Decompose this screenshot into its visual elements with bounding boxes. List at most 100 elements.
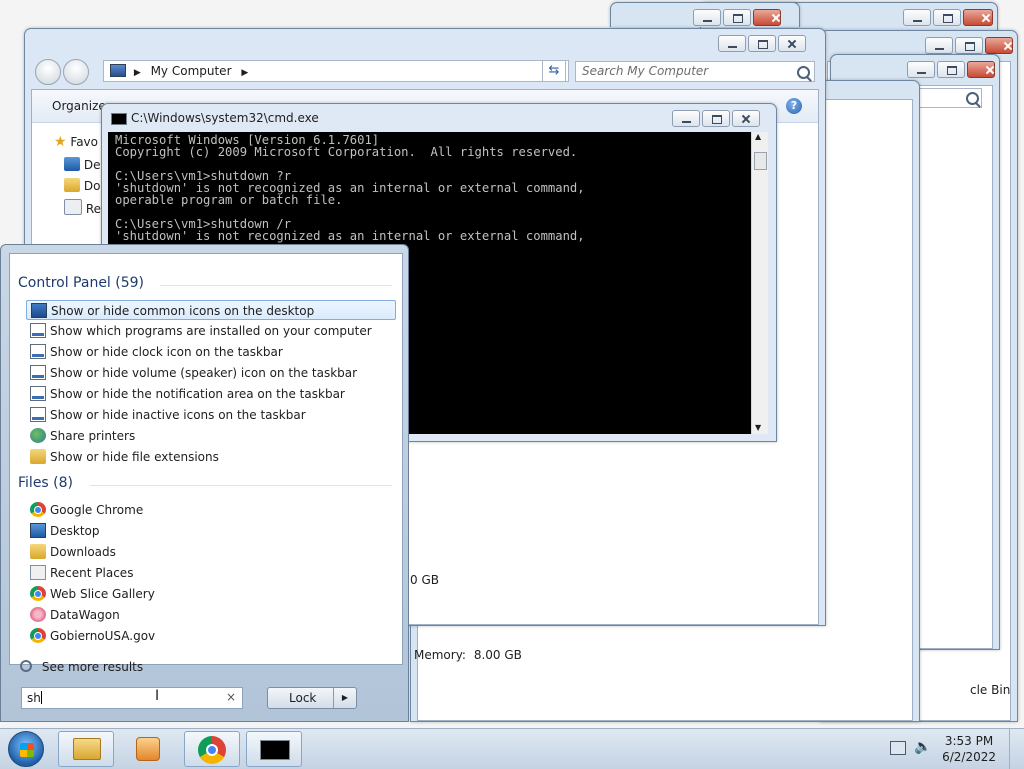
- taskbar-icon: [30, 323, 46, 338]
- control-panel-group-title[interactable]: Control Panel (59): [18, 275, 144, 291]
- organize-button[interactable]: Organize: [52, 99, 106, 113]
- scroll-down-icon[interactable]: ▼: [755, 423, 761, 432]
- result-label: Share printers: [50, 429, 136, 443]
- search-icon: [797, 66, 810, 79]
- show-desktop-button[interactable]: [1009, 729, 1024, 769]
- minimize-button[interactable]: [925, 37, 953, 54]
- control-panel-result[interactable]: Show or hide common icons on the desktop: [26, 300, 396, 320]
- drive-size-text: 0 GB: [410, 573, 439, 587]
- file-result[interactable]: GobiernoUSA.gov: [26, 626, 396, 646]
- file-result[interactable]: Downloads: [26, 542, 396, 562]
- recycle-bin-label[interactable]: cle Bin: [970, 683, 1010, 697]
- taskbar-chrome[interactable]: [184, 731, 240, 767]
- control-panel-result[interactable]: Show or hide the notification area on th…: [26, 384, 396, 404]
- refresh-button[interactable]: ⇆: [542, 60, 566, 82]
- file-result[interactable]: DataWagon: [26, 605, 396, 625]
- console-line: operable program or batch file.: [115, 193, 343, 207]
- scroll-thumb[interactable]: [754, 152, 767, 170]
- cmd-caption-buttons: [672, 110, 760, 127]
- result-label: Web Slice Gallery: [50, 587, 155, 601]
- printer-icon: [30, 428, 46, 443]
- chrome-icon: [30, 628, 46, 643]
- close-button[interactable]: [963, 9, 993, 26]
- power-options-arrow-icon[interactable]: ▶: [333, 688, 356, 708]
- maximize-button[interactable]: [955, 37, 983, 54]
- control-panel-result[interactable]: Share printers: [26, 426, 396, 446]
- file-result[interactable]: Google Chrome: [26, 500, 396, 520]
- lock-button[interactable]: Lock ▶: [267, 687, 357, 709]
- recent-places-icon: [64, 199, 82, 215]
- minimize-button[interactable]: [907, 61, 935, 78]
- breadcrumb-separator-icon: ▶: [133, 68, 141, 78]
- memory-value: 8.00 GB: [473, 648, 522, 662]
- file-result[interactable]: Web Slice Gallery: [26, 584, 396, 604]
- file-result[interactable]: Recent Places: [26, 563, 396, 583]
- taskbar-cmd[interactable]: [246, 731, 302, 767]
- nav-favorites[interactable]: ★ Favo: [54, 134, 98, 150]
- close-button[interactable]: [967, 61, 995, 78]
- folder-icon: [30, 544, 46, 559]
- bg-window-2-caption-buttons: [907, 61, 995, 78]
- maximize-button[interactable]: [748, 35, 776, 52]
- volume-icon[interactable]: 🔈: [914, 739, 931, 755]
- control-panel-divider: [160, 285, 392, 286]
- console-line: 'shutdown' is not recognized as an inter…: [115, 229, 585, 243]
- close-button[interactable]: [732, 110, 760, 127]
- file-result[interactable]: Desktop: [26, 521, 396, 541]
- minimize-button[interactable]: [718, 35, 746, 52]
- result-label: Show or hide clock icon on the taskbar: [50, 345, 283, 359]
- monitor-icon: [31, 303, 47, 318]
- search-icon: [966, 92, 979, 105]
- close-button[interactable]: [985, 37, 1013, 54]
- address-root[interactable]: My Computer: [151, 64, 232, 78]
- see-more-results[interactable]: See more results: [20, 660, 143, 674]
- start-button[interactable]: [8, 731, 44, 767]
- network-icon[interactable]: [890, 741, 906, 755]
- start-search-input[interactable]: sh ×: [21, 687, 243, 709]
- desktop-icon: [30, 523, 46, 538]
- taskbar-media-player[interactable]: [122, 731, 178, 767]
- result-label: Desktop: [50, 524, 100, 538]
- media-player-icon: [136, 737, 160, 761]
- minimize-button[interactable]: [693, 9, 721, 26]
- files-group-title[interactable]: Files (8): [18, 475, 73, 491]
- result-label: Show or hide the notification area on th…: [50, 387, 345, 401]
- system-clock[interactable]: 3:53 PM 6/2/2022: [942, 733, 996, 765]
- chrome-icon: [30, 586, 46, 601]
- close-button[interactable]: [778, 35, 806, 52]
- breadcrumb-chevron-icon[interactable]: ▶: [241, 68, 248, 78]
- help-icon[interactable]: ?: [786, 98, 802, 114]
- search-input[interactable]: Search My Computer: [575, 61, 815, 82]
- nav-recent[interactable]: Re: [64, 197, 101, 216]
- scroll-up-icon[interactable]: ▲: [755, 132, 761, 141]
- console-scrollbar[interactable]: ▲ ▼: [751, 132, 768, 434]
- maximize-button[interactable]: [702, 110, 730, 127]
- forward-button[interactable]: [63, 59, 89, 85]
- datawagon-icon: [30, 607, 46, 622]
- start-search-value: sh: [27, 691, 41, 705]
- back-button[interactable]: [35, 59, 61, 85]
- chrome-icon-center: [206, 744, 218, 756]
- control-panel-result[interactable]: Show or hide clock icon on the taskbar: [26, 342, 396, 362]
- control-panel-result[interactable]: Show or hide inactive icons on the taskb…: [26, 405, 396, 425]
- close-button[interactable]: [753, 9, 781, 26]
- memory-label: Memory:: [414, 648, 466, 662]
- control-panel-result[interactable]: Show or hide volume (speaker) icon on th…: [26, 363, 396, 383]
- clear-search-icon[interactable]: ×: [226, 690, 236, 704]
- chrome-icon: [30, 502, 46, 517]
- search-icon: [20, 660, 32, 672]
- console-line: Copyright (c) 2009 Microsoft Corporation…: [115, 145, 578, 159]
- control-panel-result[interactable]: Show which programs are installed on you…: [26, 321, 396, 341]
- nav-downloads[interactable]: Do: [64, 176, 100, 193]
- maximize-button[interactable]: [723, 9, 751, 26]
- cmd-title: C:\Windows\system32\cmd.exe: [131, 111, 319, 125]
- result-label: Show or hide inactive icons on the taskb…: [50, 408, 306, 422]
- maximize-button[interactable]: [937, 61, 965, 78]
- files-divider: [90, 485, 392, 486]
- minimize-button[interactable]: [672, 110, 700, 127]
- maximize-button[interactable]: [933, 9, 961, 26]
- minimize-button[interactable]: [903, 9, 931, 26]
- taskbar-explorer[interactable]: [58, 731, 114, 767]
- address-bar[interactable]: ▶ My Computer ▶ ▼: [103, 60, 569, 82]
- control-panel-result[interactable]: Show or hide file extensions: [26, 447, 396, 467]
